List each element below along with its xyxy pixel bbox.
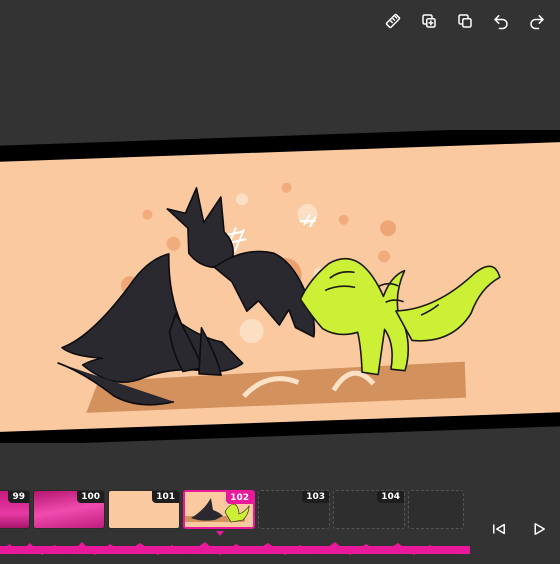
audio-waveform[interactable]: [0, 540, 470, 560]
frame-thumbnail[interactable]: 103: [258, 490, 330, 529]
frame-thumbnail[interactable]: [408, 490, 464, 529]
frame-number: 99: [8, 491, 29, 503]
play-icon[interactable]: [526, 516, 552, 542]
undo-icon[interactable]: [488, 8, 514, 34]
frame-thumbnail[interactable]: 104: [333, 490, 405, 529]
duplicate-frame-icon[interactable]: [416, 8, 442, 34]
skip-to-start-icon[interactable]: [486, 516, 512, 542]
frame-number: 101: [152, 491, 179, 503]
ruler-icon[interactable]: [380, 8, 406, 34]
frame-timeline: 99 100 101 102 103 104: [0, 490, 470, 530]
frame-number: 102: [226, 492, 253, 504]
top-toolbar: [380, 8, 550, 34]
redo-icon[interactable]: [524, 8, 550, 34]
frame-thumbnail-current[interactable]: 102: [183, 490, 255, 529]
drawing-canvas[interactable]: [0, 130, 560, 443]
frame-thumbnail[interactable]: 99: [0, 490, 30, 529]
frame-number: 103: [302, 491, 329, 503]
playhead-marker[interactable]: [216, 531, 224, 536]
frame-number: 100: [77, 491, 104, 503]
frame-number: 104: [377, 491, 404, 503]
frame-thumbnail[interactable]: 100: [33, 490, 105, 529]
copy-icon[interactable]: [452, 8, 478, 34]
frame-thumbnail[interactable]: 101: [108, 490, 180, 529]
